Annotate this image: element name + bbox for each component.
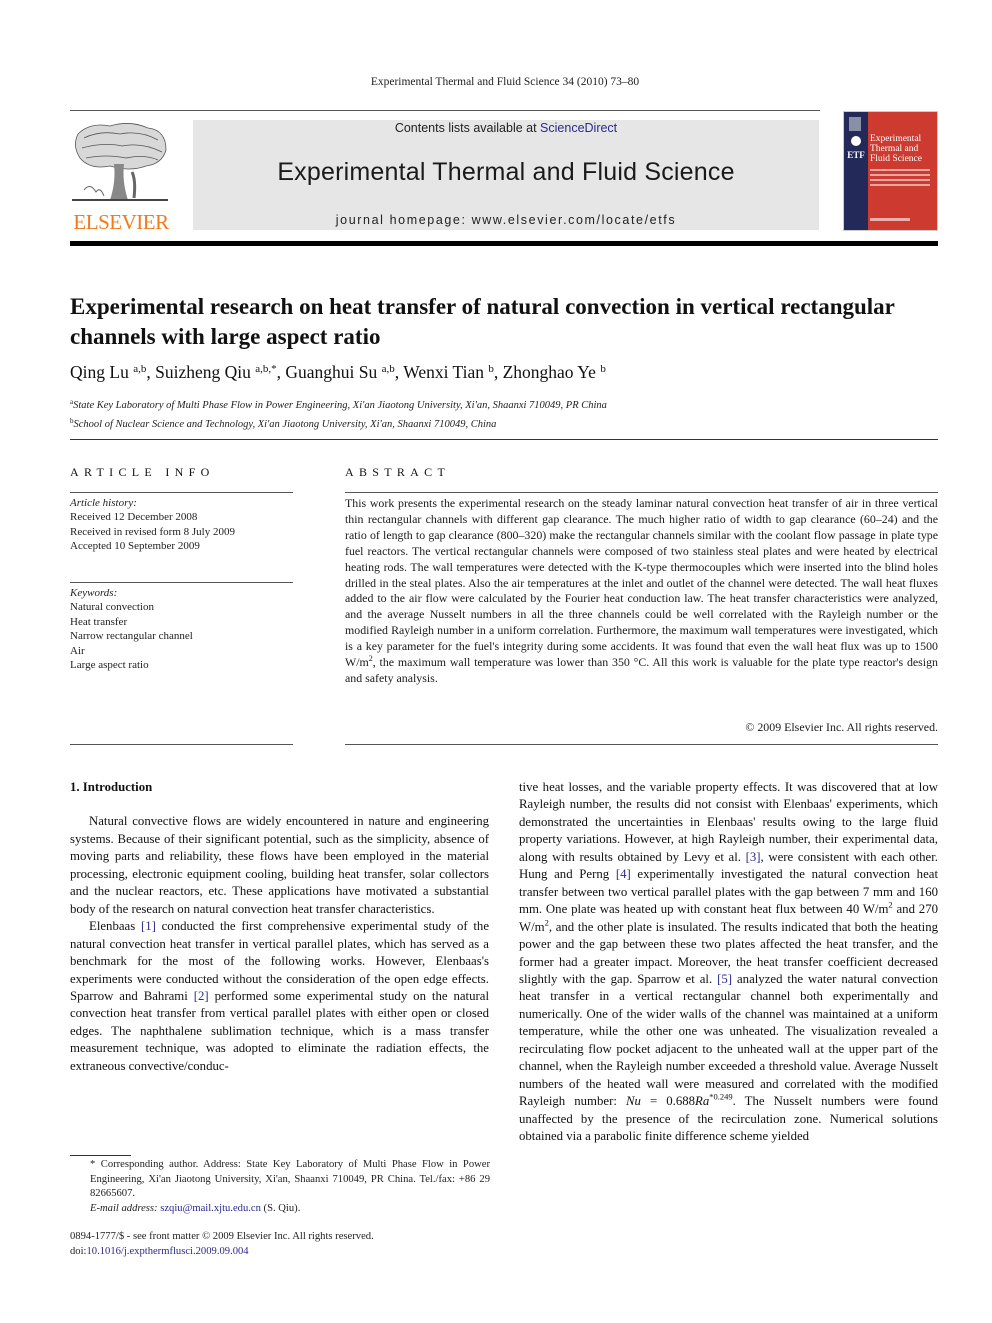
paragraph: Elenbaas [1] conducted the first compreh… xyxy=(70,918,489,1075)
front-matter: 0894-1777/$ - see front matter © 2009 El… xyxy=(70,1230,490,1259)
cover-footer-mark xyxy=(870,218,910,221)
author[interactable]: Wenxi Tian b xyxy=(403,362,494,382)
article-info-heading: ARTICLE INFO xyxy=(70,465,215,479)
email-note: E-mail address: szqiu@mail.xjtu.edu.cn (… xyxy=(70,1202,490,1217)
author-affil-mark: a,b xyxy=(381,363,395,375)
email-suffix: (S. Qiu). xyxy=(260,1202,301,1214)
body-column-right: tive heat losses, and the variable prope… xyxy=(519,779,938,1146)
author-affil-mark: a,b xyxy=(133,363,147,375)
sciencedirect-link[interactable]: ScienceDirect xyxy=(540,121,617,135)
keywords: Keywords: Natural convection Heat transf… xyxy=(70,586,300,672)
affiliation: aState Key Laboratory of Multi Phase Flo… xyxy=(70,395,930,414)
doi-prefix: doi: xyxy=(70,1245,87,1257)
cover-etf-label: ETF xyxy=(847,150,865,160)
equation-symbol: Ra xyxy=(695,1094,710,1109)
keywords-label: Keywords: xyxy=(70,587,118,599)
paragraph-continued: tive heat losses, and the variable prope… xyxy=(519,779,938,1146)
header-bottom-rule xyxy=(70,241,938,246)
author-separator: , xyxy=(394,362,404,382)
author-list: Qing Lu a,b, Suizheng Qiu a,b,*, Guanghu… xyxy=(70,362,930,383)
section-heading: 1. Introduction xyxy=(70,780,153,794)
author-affil-mark: a,b,* xyxy=(255,363,277,375)
front-matter-text: 0894-1777/$ - see front matter © 2009 El… xyxy=(70,1231,374,1242)
equation-text: = 0.688 xyxy=(640,1094,696,1109)
author-name[interactable]: Wenxi Tian xyxy=(403,362,484,382)
cover-side-strip: ETF xyxy=(844,112,868,230)
paragraph: Natural convective flows are widely enco… xyxy=(70,814,489,916)
keyword[interactable]: Large aspect ratio xyxy=(70,658,300,672)
affiliation-text: School of Nuclear Science and Technology… xyxy=(73,418,497,430)
article-history: Article history: Received 12 December 20… xyxy=(70,496,300,554)
keyword[interactable]: Heat transfer xyxy=(70,615,300,629)
keyword[interactable]: Air xyxy=(70,644,300,658)
history-label: Article history: xyxy=(70,497,137,509)
affiliation: bSchool of Nuclear Science and Technolog… xyxy=(70,414,930,433)
author-name[interactable]: Zhonghao Ye xyxy=(503,362,596,382)
equation: Nu = 0.688Ra*0.249 xyxy=(625,1091,733,1109)
keywords-rule xyxy=(70,582,293,583)
author-name[interactable]: Qing Lu xyxy=(70,362,129,382)
author-name[interactable]: Guanghui Su xyxy=(285,362,377,382)
reference-link[interactable]: [5] xyxy=(717,972,732,986)
author-separator: , xyxy=(146,362,156,382)
reference-link[interactable]: [4] xyxy=(616,867,631,881)
affiliations: aState Key Laboratory of Multi Phase Flo… xyxy=(70,395,930,432)
equation-symbol: Nu xyxy=(625,1094,641,1109)
cover-publisher-icon xyxy=(849,117,861,131)
contents-prefix: Contents lists available at xyxy=(394,121,541,135)
author-separator: , xyxy=(493,362,503,382)
reference-link[interactable]: [3] xyxy=(746,850,761,864)
keyword[interactable]: Narrow rectangular channel xyxy=(70,629,300,643)
article-info-rule xyxy=(70,492,293,493)
affiliation-text: State Key Laboratory of Multi Phase Flow… xyxy=(73,400,607,411)
abstract-copyright: © 2009 Elsevier Inc. All rights reserved… xyxy=(745,720,938,734)
author[interactable]: Zhonghao Ye b xyxy=(503,362,606,382)
article-info-bottom-rule xyxy=(70,744,293,745)
elsevier-logo[interactable]: ELSEVIER xyxy=(70,120,172,234)
running-head: Experimental Thermal and Fluid Science 3… xyxy=(370,76,640,88)
abstract-top-rule xyxy=(345,492,938,493)
elsevier-wordmark: ELSEVIER xyxy=(73,210,169,234)
abstract-heading: ABSTRACT xyxy=(345,465,451,479)
history-item: Received in revised form 8 July 2009 xyxy=(70,525,235,538)
doi-link[interactable]: 10.1016/j.expthermflusci.2009.09.004 xyxy=(86,1246,248,1257)
abstract-part: , the maximum wall temperature was lower… xyxy=(345,655,938,685)
elsevier-tree-icon xyxy=(72,123,168,201)
article-title: Experimental research on heat transfer o… xyxy=(70,294,895,349)
title-block-rule xyxy=(70,439,938,440)
journal-title[interactable]: Experimental Thermal and Fluid Science xyxy=(193,158,819,187)
abstract-bottom-rule xyxy=(345,744,938,745)
header-top-rule xyxy=(70,110,820,111)
history-item: Accepted 10 September 2009 xyxy=(70,540,200,553)
journal-cover[interactable]: ETF Experimental Thermal and Fluid Scien… xyxy=(843,111,938,231)
body-column-left: 1. Introduction Natural convective flows… xyxy=(70,779,489,1075)
cover-emblem-icon xyxy=(851,136,861,146)
keyword[interactable]: Natural convection xyxy=(70,600,300,614)
email-label: E-mail address: xyxy=(90,1202,161,1214)
text-run: analyzed the water natural convection he… xyxy=(519,971,938,1109)
author[interactable]: Suizheng Qiu a,b,* xyxy=(155,362,277,382)
author[interactable]: Guanghui Su a,b xyxy=(285,362,394,382)
author-name[interactable]: Suizheng Qiu xyxy=(155,362,251,382)
footnote-rule xyxy=(70,1155,131,1156)
email-link[interactable]: szqiu@mail.xjtu.edu.cn xyxy=(160,1203,261,1214)
cover-subtitle-lines xyxy=(870,169,930,191)
author[interactable]: Qing Lu a,b xyxy=(70,362,146,382)
footnotes: * Corresponding author. Address: State K… xyxy=(70,1158,490,1216)
cover-title: Experimental Thermal and Fluid Science xyxy=(870,134,922,164)
reference-link[interactable]: [2] xyxy=(194,989,209,1003)
abstract-text: This work presents the experimental rese… xyxy=(345,496,938,687)
equation-exponent: *0.249 xyxy=(709,1091,733,1102)
history-item: Received 12 December 2008 xyxy=(70,511,198,524)
doi-line: doi:10.1016/j.expthermflusci.2009.09.004 xyxy=(70,1245,490,1260)
reference-link[interactable]: [1] xyxy=(141,919,156,933)
abstract-part: This work presents the experimental rese… xyxy=(345,496,938,670)
journal-masthead: Contents lists available at ScienceDirec… xyxy=(193,120,819,230)
contents-line: Contents lists available at ScienceDirec… xyxy=(193,121,819,135)
journal-homepage[interactable]: journal homepage: www.elsevier.com/locat… xyxy=(193,213,819,227)
corresponding-author-note: * Corresponding author. Address: State K… xyxy=(90,1159,490,1200)
text-run: Elenbaas xyxy=(89,919,141,934)
author-affil-mark: b xyxy=(600,363,606,375)
